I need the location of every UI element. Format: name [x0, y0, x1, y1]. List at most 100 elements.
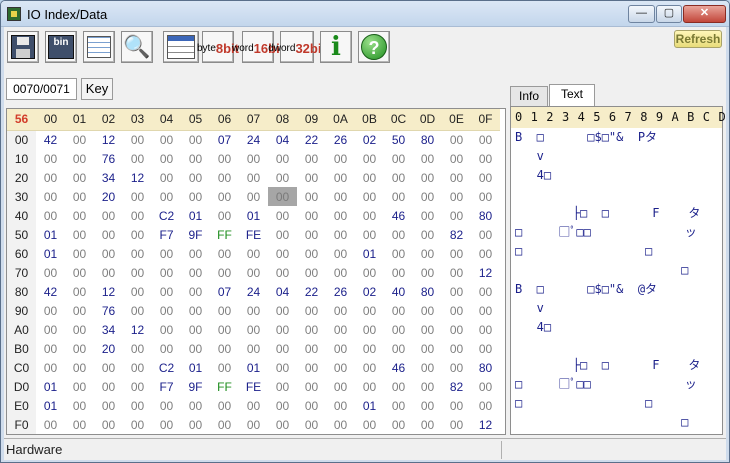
hex-cell[interactable]: 00: [94, 244, 123, 263]
hex-cell[interactable]: 00: [123, 358, 152, 377]
hex-cell[interactable]: 00: [123, 187, 152, 206]
hex-cell[interactable]: 00: [210, 396, 239, 415]
hex-cell[interactable]: 12: [471, 263, 500, 282]
hex-cell[interactable]: 01: [239, 206, 268, 225]
hex-cell[interactable]: 00: [413, 263, 442, 282]
hex-cell[interactable]: 00: [413, 320, 442, 339]
dword-mode-button[interactable]: dword 32bit: [268, 31, 326, 63]
hex-cell[interactable]: 00: [442, 206, 471, 225]
hex-cell[interactable]: 42: [36, 130, 65, 149]
hex-cell[interactable]: 00: [297, 187, 326, 206]
hex-cell[interactable]: 00: [181, 301, 210, 320]
hex-cell[interactable]: 01: [36, 396, 65, 415]
hex-cell[interactable]: 00: [326, 263, 355, 282]
hex-cell[interactable]: 00: [413, 206, 442, 225]
hex-cell[interactable]: 00: [384, 339, 413, 358]
hex-cell[interactable]: 00: [36, 168, 65, 187]
hex-cell[interactable]: 00: [94, 396, 123, 415]
byte-mode-button[interactable]: byte 8bit: [197, 31, 239, 63]
hex-cell[interactable]: 00: [152, 282, 181, 301]
hex-cell[interactable]: 00: [65, 168, 94, 187]
hex-cell[interactable]: 00: [442, 244, 471, 263]
hex-cell[interactable]: 00: [181, 263, 210, 282]
hex-cell[interactable]: 00: [239, 263, 268, 282]
hex-cell[interactable]: 00: [123, 415, 152, 434]
hex-cell[interactable]: 00: [326, 301, 355, 320]
hex-cell[interactable]: 00: [297, 168, 326, 187]
hex-cell[interactable]: 00: [355, 377, 384, 396]
hex-cell[interactable]: 00: [152, 339, 181, 358]
hex-cell[interactable]: 00: [326, 225, 355, 244]
tab-text[interactable]: Text: [549, 84, 595, 106]
hex-cell[interactable]: 00: [152, 149, 181, 168]
hex-cell[interactable]: 00: [268, 339, 297, 358]
hex-cell[interactable]: 00: [384, 263, 413, 282]
hex-cell[interactable]: 00: [210, 168, 239, 187]
hex-cell[interactable]: 00: [413, 377, 442, 396]
hex-cell[interactable]: 00: [413, 339, 442, 358]
hex-cell[interactable]: 00: [471, 282, 500, 301]
hex-cell[interactable]: 00: [123, 130, 152, 149]
hex-cell[interactable]: 42: [36, 282, 65, 301]
hex-cell[interactable]: 00: [210, 244, 239, 263]
hex-cell[interactable]: 01: [239, 358, 268, 377]
hex-cell[interactable]: 00: [355, 415, 384, 434]
hex-cell[interactable]: 00: [210, 263, 239, 282]
hex-cell[interactable]: 00: [297, 301, 326, 320]
hex-cell[interactable]: 00: [471, 301, 500, 320]
hex-cell[interactable]: 00: [326, 396, 355, 415]
hex-cell[interactable]: 00: [355, 225, 384, 244]
hex-cell[interactable]: 00: [471, 225, 500, 244]
hex-cell[interactable]: 80: [413, 282, 442, 301]
refresh-button[interactable]: Refresh: [674, 30, 722, 48]
hex-cell[interactable]: 00: [297, 339, 326, 358]
hex-cell[interactable]: 00: [471, 168, 500, 187]
hex-cell[interactable]: 00: [442, 187, 471, 206]
hex-cell[interactable]: 46: [384, 206, 413, 225]
hex-cell[interactable]: 00: [297, 396, 326, 415]
hex-cell[interactable]: FE: [239, 377, 268, 396]
hex-cell[interactable]: 00: [442, 320, 471, 339]
tab-info[interactable]: Info: [510, 86, 548, 106]
hex-cell[interactable]: 00: [123, 244, 152, 263]
hex-cell[interactable]: 00: [94, 206, 123, 225]
hex-cell[interactable]: 34: [94, 320, 123, 339]
hex-cell[interactable]: 00: [268, 244, 297, 263]
hex-cell[interactable]: 00: [268, 168, 297, 187]
hex-cell[interactable]: 00: [384, 301, 413, 320]
title-bar[interactable]: IO Index/Data — ▢ ✕: [1, 1, 729, 27]
hex-cell[interactable]: 00: [413, 301, 442, 320]
hex-cell[interactable]: 00: [268, 301, 297, 320]
table-view-button[interactable]: [163, 31, 199, 63]
hex-cell[interactable]: 01: [36, 244, 65, 263]
hex-cell[interactable]: 00: [326, 149, 355, 168]
hex-cell[interactable]: 00: [355, 263, 384, 282]
hex-cell[interactable]: 00: [442, 168, 471, 187]
hex-cell[interactable]: 20: [94, 187, 123, 206]
hex-cell[interactable]: 04: [268, 130, 297, 149]
hex-cell[interactable]: 01: [355, 396, 384, 415]
hex-cell[interactable]: 02: [355, 130, 384, 149]
hex-cell[interactable]: 00: [36, 339, 65, 358]
hex-cell[interactable]: 00: [384, 415, 413, 434]
hex-cell[interactable]: 00: [268, 320, 297, 339]
hex-cell[interactable]: 00: [355, 301, 384, 320]
hex-cell[interactable]: 00: [65, 282, 94, 301]
hex-cell[interactable]: 00: [326, 339, 355, 358]
minimize-button[interactable]: —: [628, 5, 655, 23]
save-bin-button[interactable]: bin: [45, 31, 77, 63]
hex-cell[interactable]: 00: [268, 415, 297, 434]
hex-cell[interactable]: 00: [442, 282, 471, 301]
hex-cell[interactable]: 00: [123, 225, 152, 244]
hex-cell[interactable]: 00: [210, 358, 239, 377]
hex-cell[interactable]: 00: [210, 149, 239, 168]
hex-cell[interactable]: 00: [94, 358, 123, 377]
hex-cell[interactable]: 00: [36, 415, 65, 434]
hex-cell[interactable]: 00: [471, 149, 500, 168]
hex-cell[interactable]: 00: [181, 130, 210, 149]
hex-cell[interactable]: 00: [36, 206, 65, 225]
hex-cell[interactable]: 00: [268, 149, 297, 168]
hex-cell[interactable]: 00: [210, 339, 239, 358]
hex-cell[interactable]: 00: [123, 206, 152, 225]
hex-cell[interactable]: 00: [65, 377, 94, 396]
